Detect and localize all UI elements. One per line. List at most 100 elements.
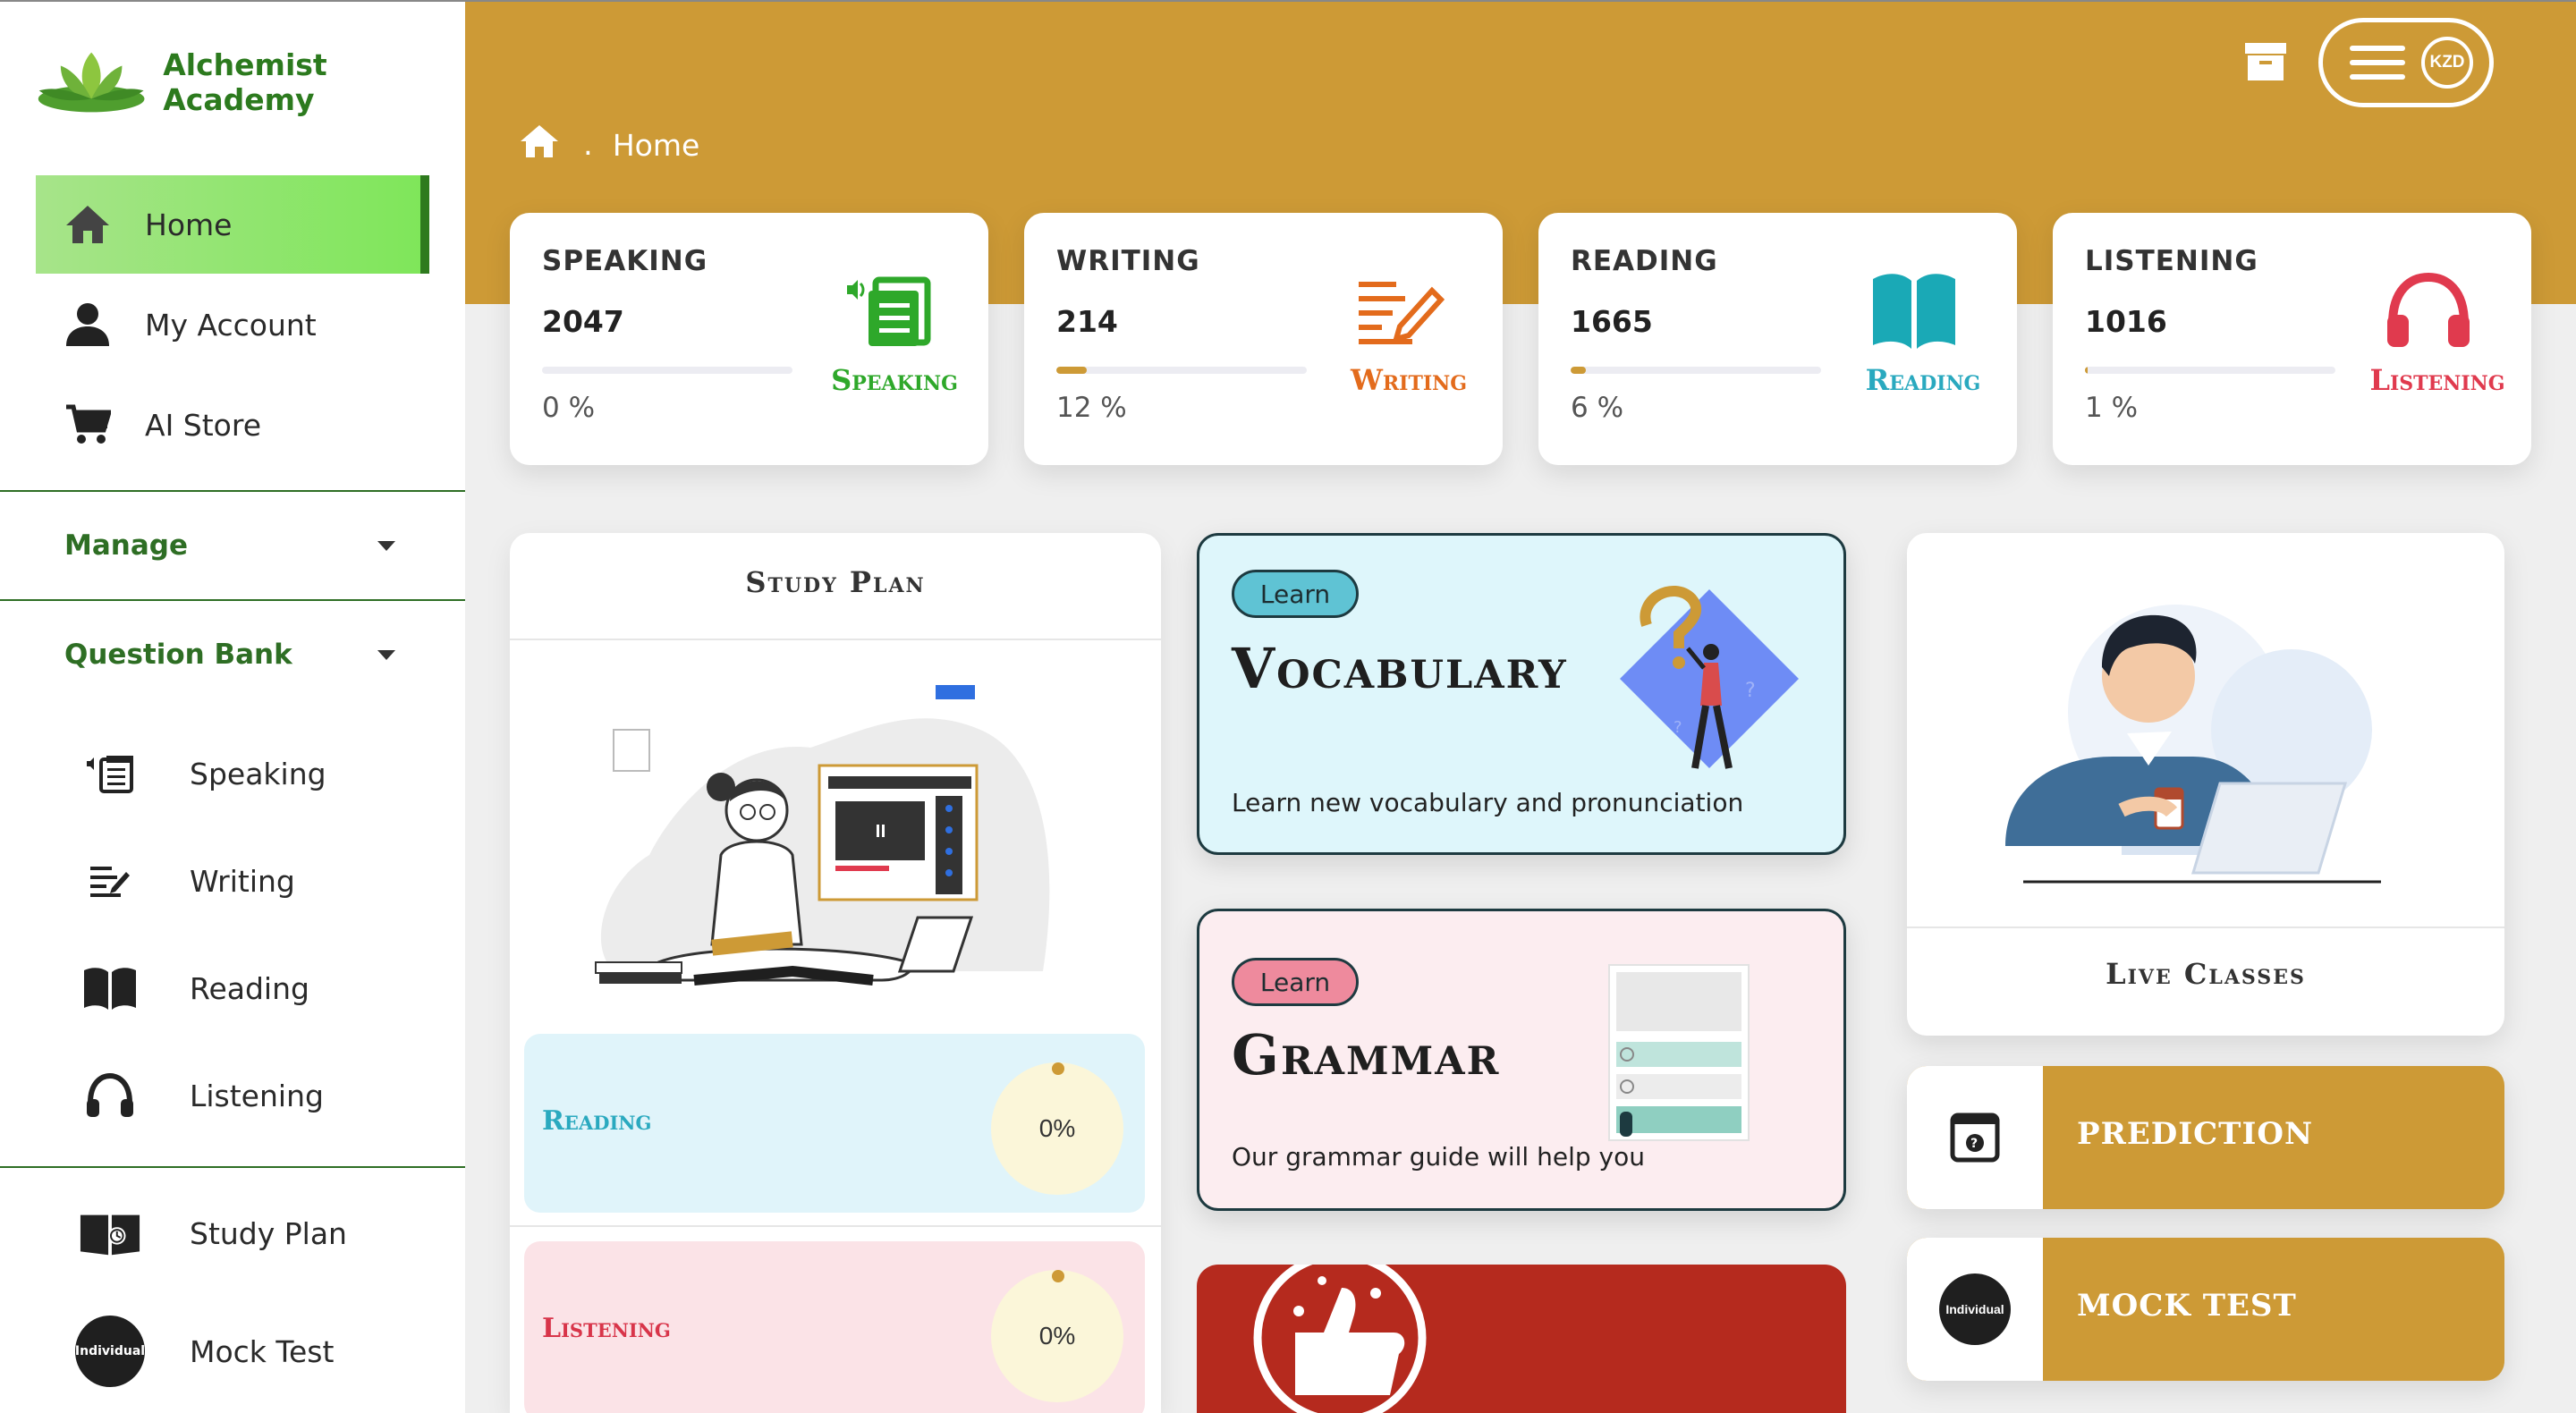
sidebar-item-listening[interactable]: Listening xyxy=(79,1055,436,1136)
progress-bar xyxy=(2085,367,2335,374)
grammar-title: Grammar xyxy=(1232,1022,1501,1087)
reading-book-icon xyxy=(1856,261,1972,360)
sidebar-section-question-bank[interactable]: Question Bank xyxy=(64,628,404,681)
sidebar-item-label: AI Store xyxy=(145,407,262,443)
study-plan-reading[interactable]: Reading 0% xyxy=(524,1034,1145,1213)
archive-icon[interactable] xyxy=(2245,43,2286,80)
grammar-card[interactable]: Learn Grammar Our grammar guide will hel… xyxy=(1197,909,1846,1211)
progress-percent: 12 % xyxy=(1056,392,1127,424)
study-plan-item-label: Reading xyxy=(542,1105,652,1137)
thumbs-up-icon xyxy=(1253,1265,1427,1413)
feature-card-red[interactable] xyxy=(1197,1265,1846,1413)
stat-title: LISTENING xyxy=(2085,245,2258,277)
lotus-logo-icon xyxy=(38,52,145,113)
breadcrumb-current: Home xyxy=(612,127,700,163)
sidebar-item-label: My Account xyxy=(145,307,317,343)
stat-card-speaking[interactable]: SPEAKING 2047 0 % Speaking xyxy=(510,213,988,465)
sidebar-divider xyxy=(0,490,465,492)
live-classes-illustration xyxy=(1987,578,2417,953)
individual-badge: Individual xyxy=(1907,1238,2043,1381)
sidebar-divider xyxy=(0,1166,465,1168)
grammar-description: Our grammar guide will help you xyxy=(1232,1142,1645,1172)
stat-title: SPEAKING xyxy=(542,245,708,277)
progress-ring: 0% xyxy=(991,1062,1123,1195)
sidebar-item-label: Mock Test xyxy=(190,1333,335,1369)
cart-icon xyxy=(59,396,116,453)
stat-count: 2047 xyxy=(542,304,624,339)
sidebar-item-reading[interactable]: Reading xyxy=(79,948,436,1028)
writing-icon xyxy=(1342,261,1458,360)
live-classes-card[interactable]: Live Classes xyxy=(1907,533,2504,1036)
grammar-illustration xyxy=(1607,963,1750,1146)
action-label: MOCK TEST xyxy=(2077,1288,2297,1324)
stat-card-writing[interactable]: WRITING 214 12 % Writing xyxy=(1024,213,1503,465)
stat-label: Writing xyxy=(1350,363,1468,397)
progress-percent: 0% xyxy=(1038,1114,1076,1142)
study-plan-title: Study Plan xyxy=(745,565,926,599)
sidebar-section-manage[interactable]: Manage xyxy=(64,519,404,572)
stat-label: Listening xyxy=(2369,363,2505,397)
stat-card-listening[interactable]: LISTENING 1016 1 % Listening xyxy=(2053,213,2531,465)
action-label: PREDICTION xyxy=(2077,1116,2314,1152)
home-icon[interactable] xyxy=(519,123,560,166)
hamburger-icon xyxy=(2350,46,2405,80)
study-plan-icon xyxy=(79,1202,141,1265)
writing-icon xyxy=(79,850,141,912)
card-divider xyxy=(1907,926,2504,928)
brand-logo[interactable]: Alchemist Academy xyxy=(36,45,465,120)
caret-down-icon xyxy=(377,540,395,551)
svg-text:?: ? xyxy=(1745,680,1756,702)
headphones-icon xyxy=(79,1064,141,1127)
stat-label: Speaking xyxy=(831,363,958,397)
stat-label: Reading xyxy=(1865,363,1981,397)
prediction-button[interactable]: ? PREDICTION xyxy=(1907,1066,2504,1209)
breadcrumb-separator: . xyxy=(583,127,593,163)
progress-percent: 1 % xyxy=(2085,392,2139,424)
sidebar-item-mock-test[interactable]: Individual Mock Test xyxy=(74,1311,436,1392)
sidebar-item-my-account[interactable]: My Account xyxy=(36,275,429,374)
headphones-icon xyxy=(2370,261,2487,360)
progress-percent: 0 % xyxy=(542,392,596,424)
brand-name: Alchemist Academy xyxy=(163,47,327,117)
sidebar-item-label: Speaking xyxy=(190,756,326,791)
individual-badge: Individual xyxy=(74,1316,146,1387)
study-plan-card: Study Plan Reading 0% Listening 0% xyxy=(510,533,1161,1413)
avatar: KZD xyxy=(2421,37,2473,89)
svg-text:?: ? xyxy=(1674,718,1682,737)
stat-title: READING xyxy=(1571,245,1718,277)
user-menu-button[interactable]: KZD xyxy=(2318,18,2494,107)
progress-ring: 0% xyxy=(991,1270,1123,1402)
individual-badge-text: Individual xyxy=(1939,1273,2011,1345)
sidebar-item-home[interactable]: Home xyxy=(36,175,429,274)
study-plan-listening[interactable]: Listening 0% xyxy=(524,1241,1145,1413)
individual-badge-text: Individual xyxy=(74,1316,146,1387)
mock-test-button[interactable]: Individual MOCK TEST xyxy=(1907,1238,2504,1381)
sidebar-divider xyxy=(0,599,465,601)
stat-count: 1016 xyxy=(2085,304,2167,339)
progress-bar xyxy=(542,367,792,374)
reading-book-icon xyxy=(79,957,141,1020)
sidebar-item-writing[interactable]: Writing xyxy=(79,841,436,921)
progress-marker xyxy=(1052,1062,1064,1075)
stat-card-reading[interactable]: READING 1665 6 % Reading xyxy=(1538,213,2017,465)
progress-bar xyxy=(1056,367,1307,374)
learn-tag: Learn xyxy=(1232,958,1359,1006)
section-label: Question Bank xyxy=(64,639,292,671)
progress-bar xyxy=(1571,367,1821,374)
vocabulary-illustration: ? ? xyxy=(1611,563,1826,800)
progress-percent: 6 % xyxy=(1571,392,1624,424)
sidebar-item-study-plan[interactable]: Study Plan xyxy=(79,1193,436,1273)
card-divider xyxy=(510,639,1161,640)
sidebar: Alchemist Academy Home My Account AI Sto… xyxy=(0,0,465,1413)
card-divider xyxy=(510,1225,1161,1227)
section-label: Manage xyxy=(64,529,188,562)
progress-marker xyxy=(1052,1270,1064,1282)
sidebar-item-ai-store[interactable]: AI Store xyxy=(36,376,429,474)
speaking-icon xyxy=(827,261,944,360)
study-illustration xyxy=(578,676,1097,1007)
speaking-icon xyxy=(79,742,141,805)
sidebar-item-label: Listening xyxy=(190,1078,324,1113)
sidebar-item-speaking[interactable]: Speaking xyxy=(79,733,436,814)
user-icon xyxy=(59,296,116,353)
vocabulary-card[interactable]: Learn Vocabulary Learn new vocabulary an… xyxy=(1197,533,1846,855)
